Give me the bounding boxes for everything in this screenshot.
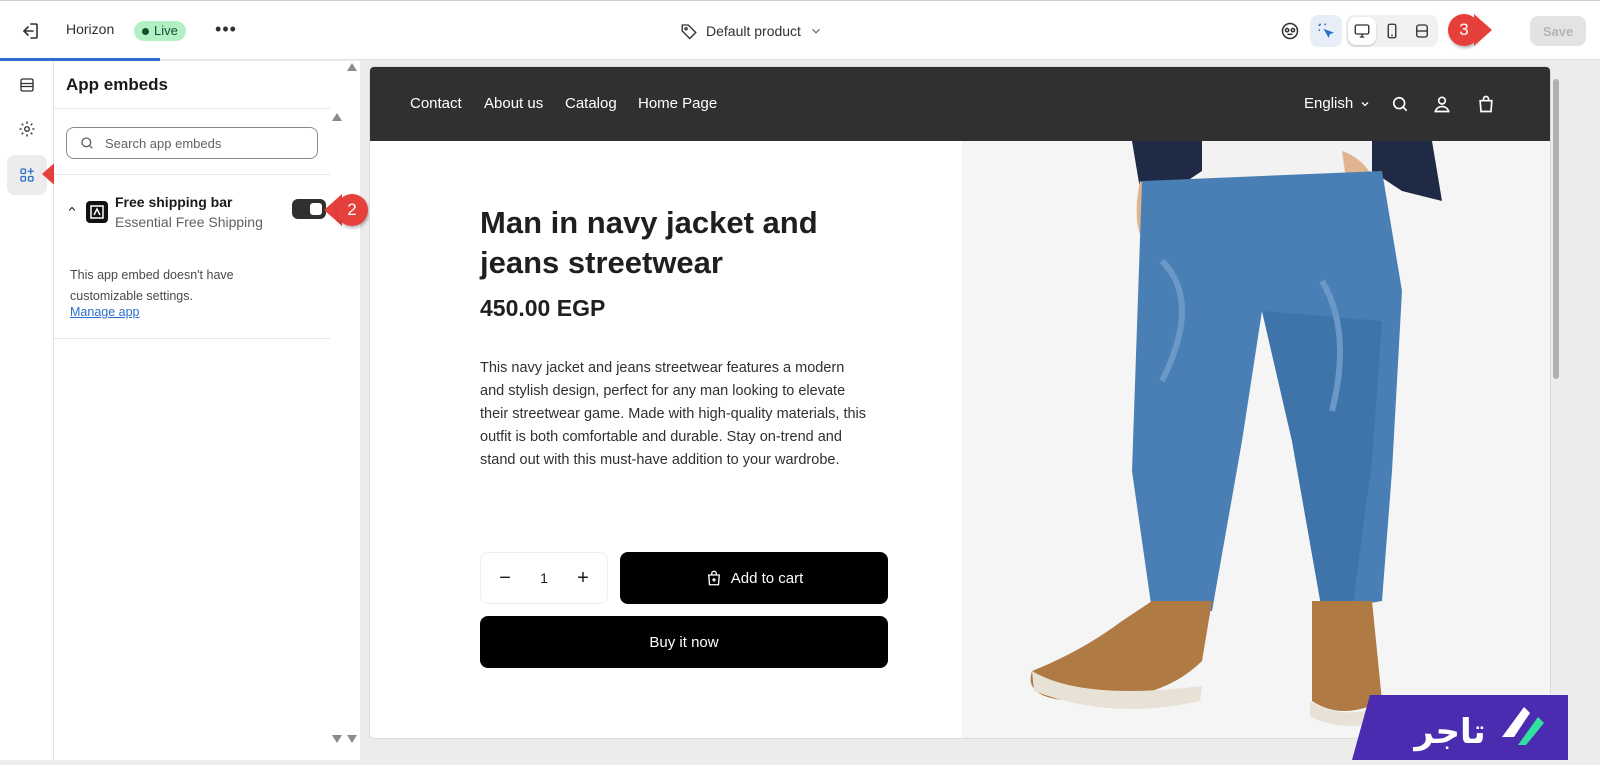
product-description: This navy jacket and jeans streetwear fe…: [480, 360, 867, 468]
tag-icon: [681, 24, 697, 40]
viewport-switcher: [1346, 15, 1438, 47]
manage-app-link[interactable]: Manage app: [70, 305, 140, 319]
save-button[interactable]: Save: [1530, 16, 1586, 46]
search-icon: [81, 137, 93, 149]
app-logo-icon: [86, 201, 108, 223]
add-to-cart-button[interactable]: Add to cart: [620, 552, 888, 604]
buy-now-button[interactable]: Buy it now: [480, 616, 888, 668]
more-actions-button[interactable]: •••: [214, 19, 238, 43]
callout-2: 2: [324, 194, 368, 226]
scrollbar-thumb[interactable]: [1553, 79, 1559, 379]
preview-scrollbar[interactable]: [1552, 67, 1562, 738]
language-label: English: [1304, 95, 1354, 112]
divider: [54, 338, 330, 339]
nav-link-about[interactable]: About us: [484, 95, 543, 112]
app-embed-toggle[interactable]: [292, 199, 326, 219]
nav-link-catalog[interactable]: Catalog: [565, 95, 617, 112]
quantity-stepper: − 1 +: [480, 552, 608, 604]
editor-topbar: Horizon Live ••• Default product Save: [0, 0, 1600, 61]
divider: [54, 108, 330, 109]
brand-text: تاجر: [1412, 712, 1485, 752]
rail-app-embeds[interactable]: [7, 155, 47, 195]
product-image: [962, 141, 1550, 738]
cart-add-icon: [707, 570, 720, 586]
nav-link-contact[interactable]: Contact: [410, 95, 462, 112]
topbar-actions: Save: [1274, 15, 1586, 47]
chevron-down-icon: [812, 28, 820, 34]
mobile-view-icon[interactable]: [1378, 17, 1406, 45]
search-icon[interactable]: [1390, 94, 1410, 114]
scroll-down-arrow-icon[interactable]: [347, 735, 357, 743]
template-name: Default product: [706, 23, 801, 39]
cart-bag-icon[interactable]: [1476, 94, 1496, 114]
chevron-down-icon: [1361, 101, 1369, 106]
inspector-select-icon[interactable]: [1310, 15, 1342, 47]
product-price: 450.00 EGP: [480, 295, 606, 321]
callout-number: 2: [336, 194, 368, 226]
gear-icon: [19, 121, 35, 137]
account-icon[interactable]: [1432, 94, 1452, 114]
scroll-up-arrow-icon[interactable]: [332, 113, 342, 121]
fullscreen-view-icon[interactable]: [1408, 17, 1436, 45]
search-app-embeds-field[interactable]: [66, 127, 318, 159]
search-input[interactable]: [105, 135, 305, 151]
app-embeds-panel: App embeds Free shipping bar Essential F…: [54, 61, 360, 760]
theme-name: Horizon: [66, 21, 115, 37]
scroll-down-arrow-icon[interactable]: [332, 735, 342, 743]
quantity-value[interactable]: 1: [540, 570, 548, 586]
rail-sections[interactable]: [7, 65, 47, 105]
apps-icon: [20, 168, 34, 182]
live-status-badge: Live: [134, 21, 186, 41]
panel-title: App embeds: [66, 75, 169, 94]
app-embed-provider: Essential Free Shipping: [115, 214, 263, 230]
quantity-increase-button[interactable]: +: [575, 567, 591, 590]
product-title: Man in navy jacket and jeans streetwear: [480, 205, 818, 280]
nav-link-home[interactable]: Home Page: [638, 95, 717, 112]
add-to-cart-label: Add to cart: [730, 569, 804, 587]
sections-icon: [20, 78, 34, 92]
store-header: Contact About us Catalog Home Page Engli…: [370, 67, 1550, 141]
desktop-view-icon[interactable]: [1348, 17, 1376, 45]
chevron-up-icon[interactable]: [66, 203, 78, 215]
app-embed-note: This app embed doesn't have customizable…: [70, 268, 234, 303]
exit-icon[interactable]: [18, 19, 42, 43]
template-selector[interactable]: Default product: [680, 19, 823, 43]
rail-theme-settings[interactable]: [7, 109, 47, 149]
store-preview: Contact About us Catalog Home Page Engli…: [370, 67, 1550, 738]
language-selector[interactable]: English: [1304, 95, 1371, 112]
brand-logo: تاجر: [1352, 695, 1568, 760]
quantity-decrease-button[interactable]: −: [497, 567, 513, 590]
app-embed-name: Free shipping bar: [115, 194, 233, 210]
scroll-up-arrow-icon[interactable]: [347, 63, 357, 71]
callout-3: 3: [1448, 14, 1492, 46]
app-embed-row[interactable]: Free shipping bar Essential Free Shippin…: [66, 191, 326, 235]
divider: [54, 174, 330, 175]
accessibility-icon[interactable]: [1274, 15, 1306, 47]
callout-pointer: [1474, 14, 1492, 46]
